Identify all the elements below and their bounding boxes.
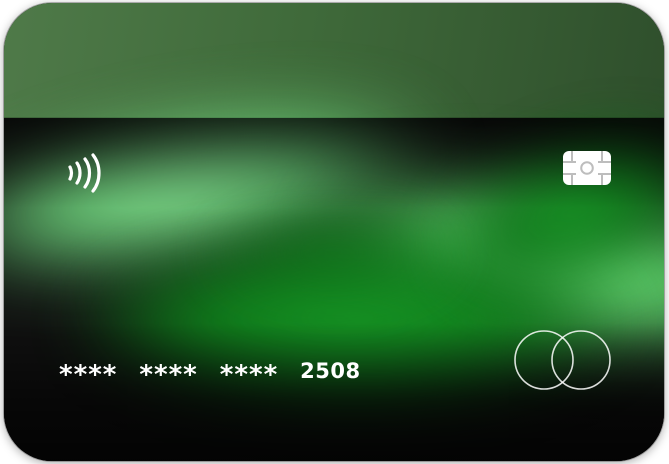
green-glow xyxy=(194,193,474,313)
credit-card: **** **** **** 2508 xyxy=(4,3,664,461)
masked-group-2: **** xyxy=(139,360,198,390)
masked-group-3: **** xyxy=(219,360,279,390)
card-number: **** **** **** 2508 xyxy=(59,358,361,390)
chip-icon xyxy=(563,151,611,185)
masked-group-1: **** xyxy=(59,360,118,390)
card-top-band xyxy=(4,3,664,118)
brand-rings-icon xyxy=(514,330,611,390)
card-last4: 2508 xyxy=(300,359,361,383)
contactless-icon xyxy=(68,153,101,193)
